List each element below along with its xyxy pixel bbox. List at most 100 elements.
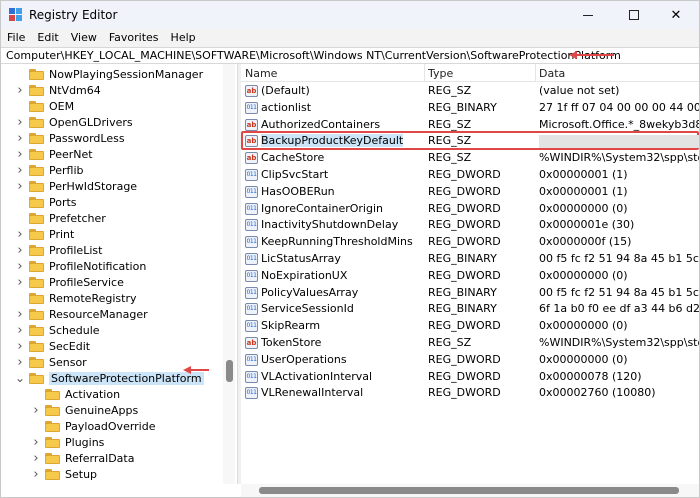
- tree-item-label: Prefetcher: [49, 211, 106, 225]
- value-row[interactable]: ab BackupProductKeyDefault REG_SZ: [241, 133, 699, 150]
- value-row[interactable]: 011 PolicyValuesArray REG_BINARY 00 f5 fc f…: [241, 285, 699, 302]
- tree-item[interactable]: › ProfileService: [15, 274, 123, 290]
- tree-item[interactable]: › NtVdm64: [15, 82, 100, 98]
- value-row[interactable]: 011 UserOperations REG_DWORD 0x00000000 (0): [241, 352, 699, 369]
- value-name-text: LicStatusArray: [261, 252, 341, 265]
- value-row[interactable]: ab TokenStore REG_SZ %WINDIR%\System32\spp\…: [241, 335, 699, 352]
- chevron-right-icon[interactable]: ›: [15, 306, 25, 322]
- tree-item[interactable]: › SPP: [15, 482, 69, 485]
- minimize-button[interactable]: [565, 1, 611, 29]
- value-row[interactable]: ab CacheStore REG_SZ %WINDIR%\System32\spp\…: [241, 150, 699, 167]
- chevron-right-icon[interactable]: ›: [15, 258, 25, 274]
- chevron-right-icon[interactable]: ›: [15, 242, 25, 258]
- chevron-right-icon[interactable]: ›: [31, 402, 41, 418]
- value-row[interactable]: 011 VLRenewalInterval REG_DWORD 0x00002760 …: [241, 385, 699, 402]
- tree-item[interactable]: › PerHwIdStorage: [15, 178, 137, 194]
- value-row[interactable]: ab (Default) REG_SZ (value not set): [241, 83, 699, 100]
- value-name-text: TokenStore: [261, 336, 322, 349]
- column-separator[interactable]: [535, 64, 536, 82]
- value-type: REG_SZ: [428, 117, 472, 131]
- tree-item-label: GenuineApps: [65, 403, 139, 417]
- chevron-right-icon[interactable]: ›: [15, 178, 25, 194]
- chevron-right-icon[interactable]: ›: [15, 82, 25, 98]
- value-row[interactable]: 011 NoExpirationUX REG_DWORD 0x00000000 (0): [241, 268, 699, 285]
- value-row[interactable]: 011 IgnoreContainerOrigin REG_DWORD 0x00000…: [241, 201, 699, 218]
- binary-value-icon: 011: [245, 387, 258, 400]
- column-header-type[interactable]: Type: [428, 67, 453, 80]
- value-row[interactable]: 011 SkipRearm REG_DWORD 0x00000000 (0): [241, 318, 699, 335]
- value-row[interactable]: 011 actionlist REG_BINARY 27 1f ff 07 04 00…: [241, 100, 699, 117]
- tree-item[interactable]: Prefetcher: [15, 210, 106, 226]
- tree-item-label: PeerNet: [49, 147, 93, 161]
- menu-favorites[interactable]: Favorites: [103, 29, 165, 47]
- close-button[interactable]: ✕: [653, 1, 699, 29]
- tree-item[interactable]: › ResourceManager: [15, 306, 147, 322]
- value-row[interactable]: 011 KeepRunningThresholdMins REG_DWORD 0x00…: [241, 234, 699, 251]
- tree-item[interactable]: › Plugins: [31, 434, 104, 450]
- tree-item[interactable]: Activation: [31, 386, 120, 402]
- tree-item[interactable]: OEM: [15, 98, 74, 114]
- chevron-right-icon[interactable]: ›: [15, 114, 25, 130]
- tree-item[interactable]: RemoteRegistry: [15, 290, 136, 306]
- tree-item-label: PasswordLess: [49, 131, 125, 145]
- chevron-right-icon[interactable]: ›: [15, 130, 25, 146]
- tree-item[interactable]: › Sensor: [15, 354, 86, 370]
- column-separator[interactable]: [424, 64, 425, 82]
- tree-item[interactable]: › Perflib: [15, 162, 83, 178]
- chevron-right-icon[interactable]: ›: [31, 466, 41, 482]
- chevron-right-icon[interactable]: ›: [15, 338, 25, 354]
- title-bar[interactable]: Registry Editor ✕: [1, 1, 699, 29]
- menu-view[interactable]: View: [65, 29, 103, 47]
- value-row[interactable]: 011 ClipSvcStart REG_DWORD 0x00000001 (1): [241, 167, 699, 184]
- menu-help[interactable]: Help: [165, 29, 202, 47]
- string-value-icon: ab: [245, 118, 258, 131]
- tree-vertical-scrollbar[interactable]: [223, 64, 235, 484]
- values-scroll-thumb[interactable]: [259, 487, 679, 494]
- tree-item[interactable]: PayloadOverride: [31, 418, 156, 434]
- value-row[interactable]: 011 ServiceSessionId REG_BINARY 6f 1a b0 f0…: [241, 301, 699, 318]
- maximize-button[interactable]: [611, 1, 657, 29]
- chevron-right-icon[interactable]: ›: [15, 274, 25, 290]
- chevron-right-icon[interactable]: ›: [15, 482, 25, 485]
- value-row[interactable]: 011 InactivityShutdownDelay REG_DWORD 0x000…: [241, 217, 699, 234]
- tree-item[interactable]: Ports: [15, 194, 77, 210]
- tree-item[interactable]: › GenuineApps: [31, 402, 138, 418]
- tree-item[interactable]: ⌄ SoftwareProtectionPlatform: [15, 370, 204, 386]
- tree-item[interactable]: › ReferralData: [31, 450, 134, 466]
- tree-item[interactable]: › Schedule: [15, 322, 99, 338]
- chevron-right-icon[interactable]: ›: [31, 434, 41, 450]
- folder-icon: [29, 308, 44, 320]
- tree-item[interactable]: › ProfileList: [15, 242, 102, 258]
- tree-item[interactable]: › Print: [15, 226, 74, 242]
- chevron-down-icon[interactable]: ⌄: [15, 370, 25, 386]
- chevron-right-icon[interactable]: ›: [15, 322, 25, 338]
- tree-item[interactable]: › PasswordLess: [15, 130, 125, 146]
- value-row[interactable]: 011 VLActivationInterval REG_DWORD 0x000000…: [241, 369, 699, 386]
- chevron-right-icon[interactable]: ›: [15, 354, 25, 370]
- column-header-data[interactable]: Data: [539, 67, 565, 80]
- value-row[interactable]: ab AuthorizedContainers REG_SZ Microsoft.Of…: [241, 117, 699, 134]
- values-horizontal-scrollbar[interactable]: [241, 484, 699, 497]
- menu-file[interactable]: File: [1, 29, 31, 47]
- value-data: 0x00002760 (10080): [539, 386, 656, 400]
- tree-item[interactable]: › SecEdit: [15, 338, 90, 354]
- tree-item[interactable]: › OpenGLDrivers: [15, 114, 132, 130]
- binary-value-icon: 011: [245, 202, 258, 215]
- menu-edit[interactable]: Edit: [31, 29, 64, 47]
- chevron-right-icon[interactable]: ›: [15, 226, 25, 242]
- value-data: 0x00000001 (1): [539, 184, 628, 198]
- value-row[interactable]: 011 LicStatusArray REG_BINARY 00 f5 fc f2 5…: [241, 251, 699, 268]
- value-row[interactable]: 011 HasOOBERun REG_DWORD 0x00000001 (1): [241, 184, 699, 201]
- tree-item[interactable]: NowPlayingSessionManager: [15, 66, 203, 82]
- tree-item[interactable]: › PeerNet: [15, 146, 93, 162]
- value-type: REG_SZ: [428, 151, 472, 165]
- minimize-icon: [583, 14, 593, 16]
- tree-scroll-thumb[interactable]: [226, 360, 233, 382]
- chevron-right-icon[interactable]: ›: [31, 450, 41, 466]
- chevron-right-icon[interactable]: ›: [15, 146, 25, 162]
- string-value-icon: ab: [245, 135, 258, 148]
- tree-item[interactable]: › Setup: [31, 466, 97, 482]
- tree-item[interactable]: › ProfileNotification: [15, 258, 146, 274]
- column-header-name[interactable]: Name: [245, 67, 277, 80]
- chevron-right-icon[interactable]: ›: [15, 162, 25, 178]
